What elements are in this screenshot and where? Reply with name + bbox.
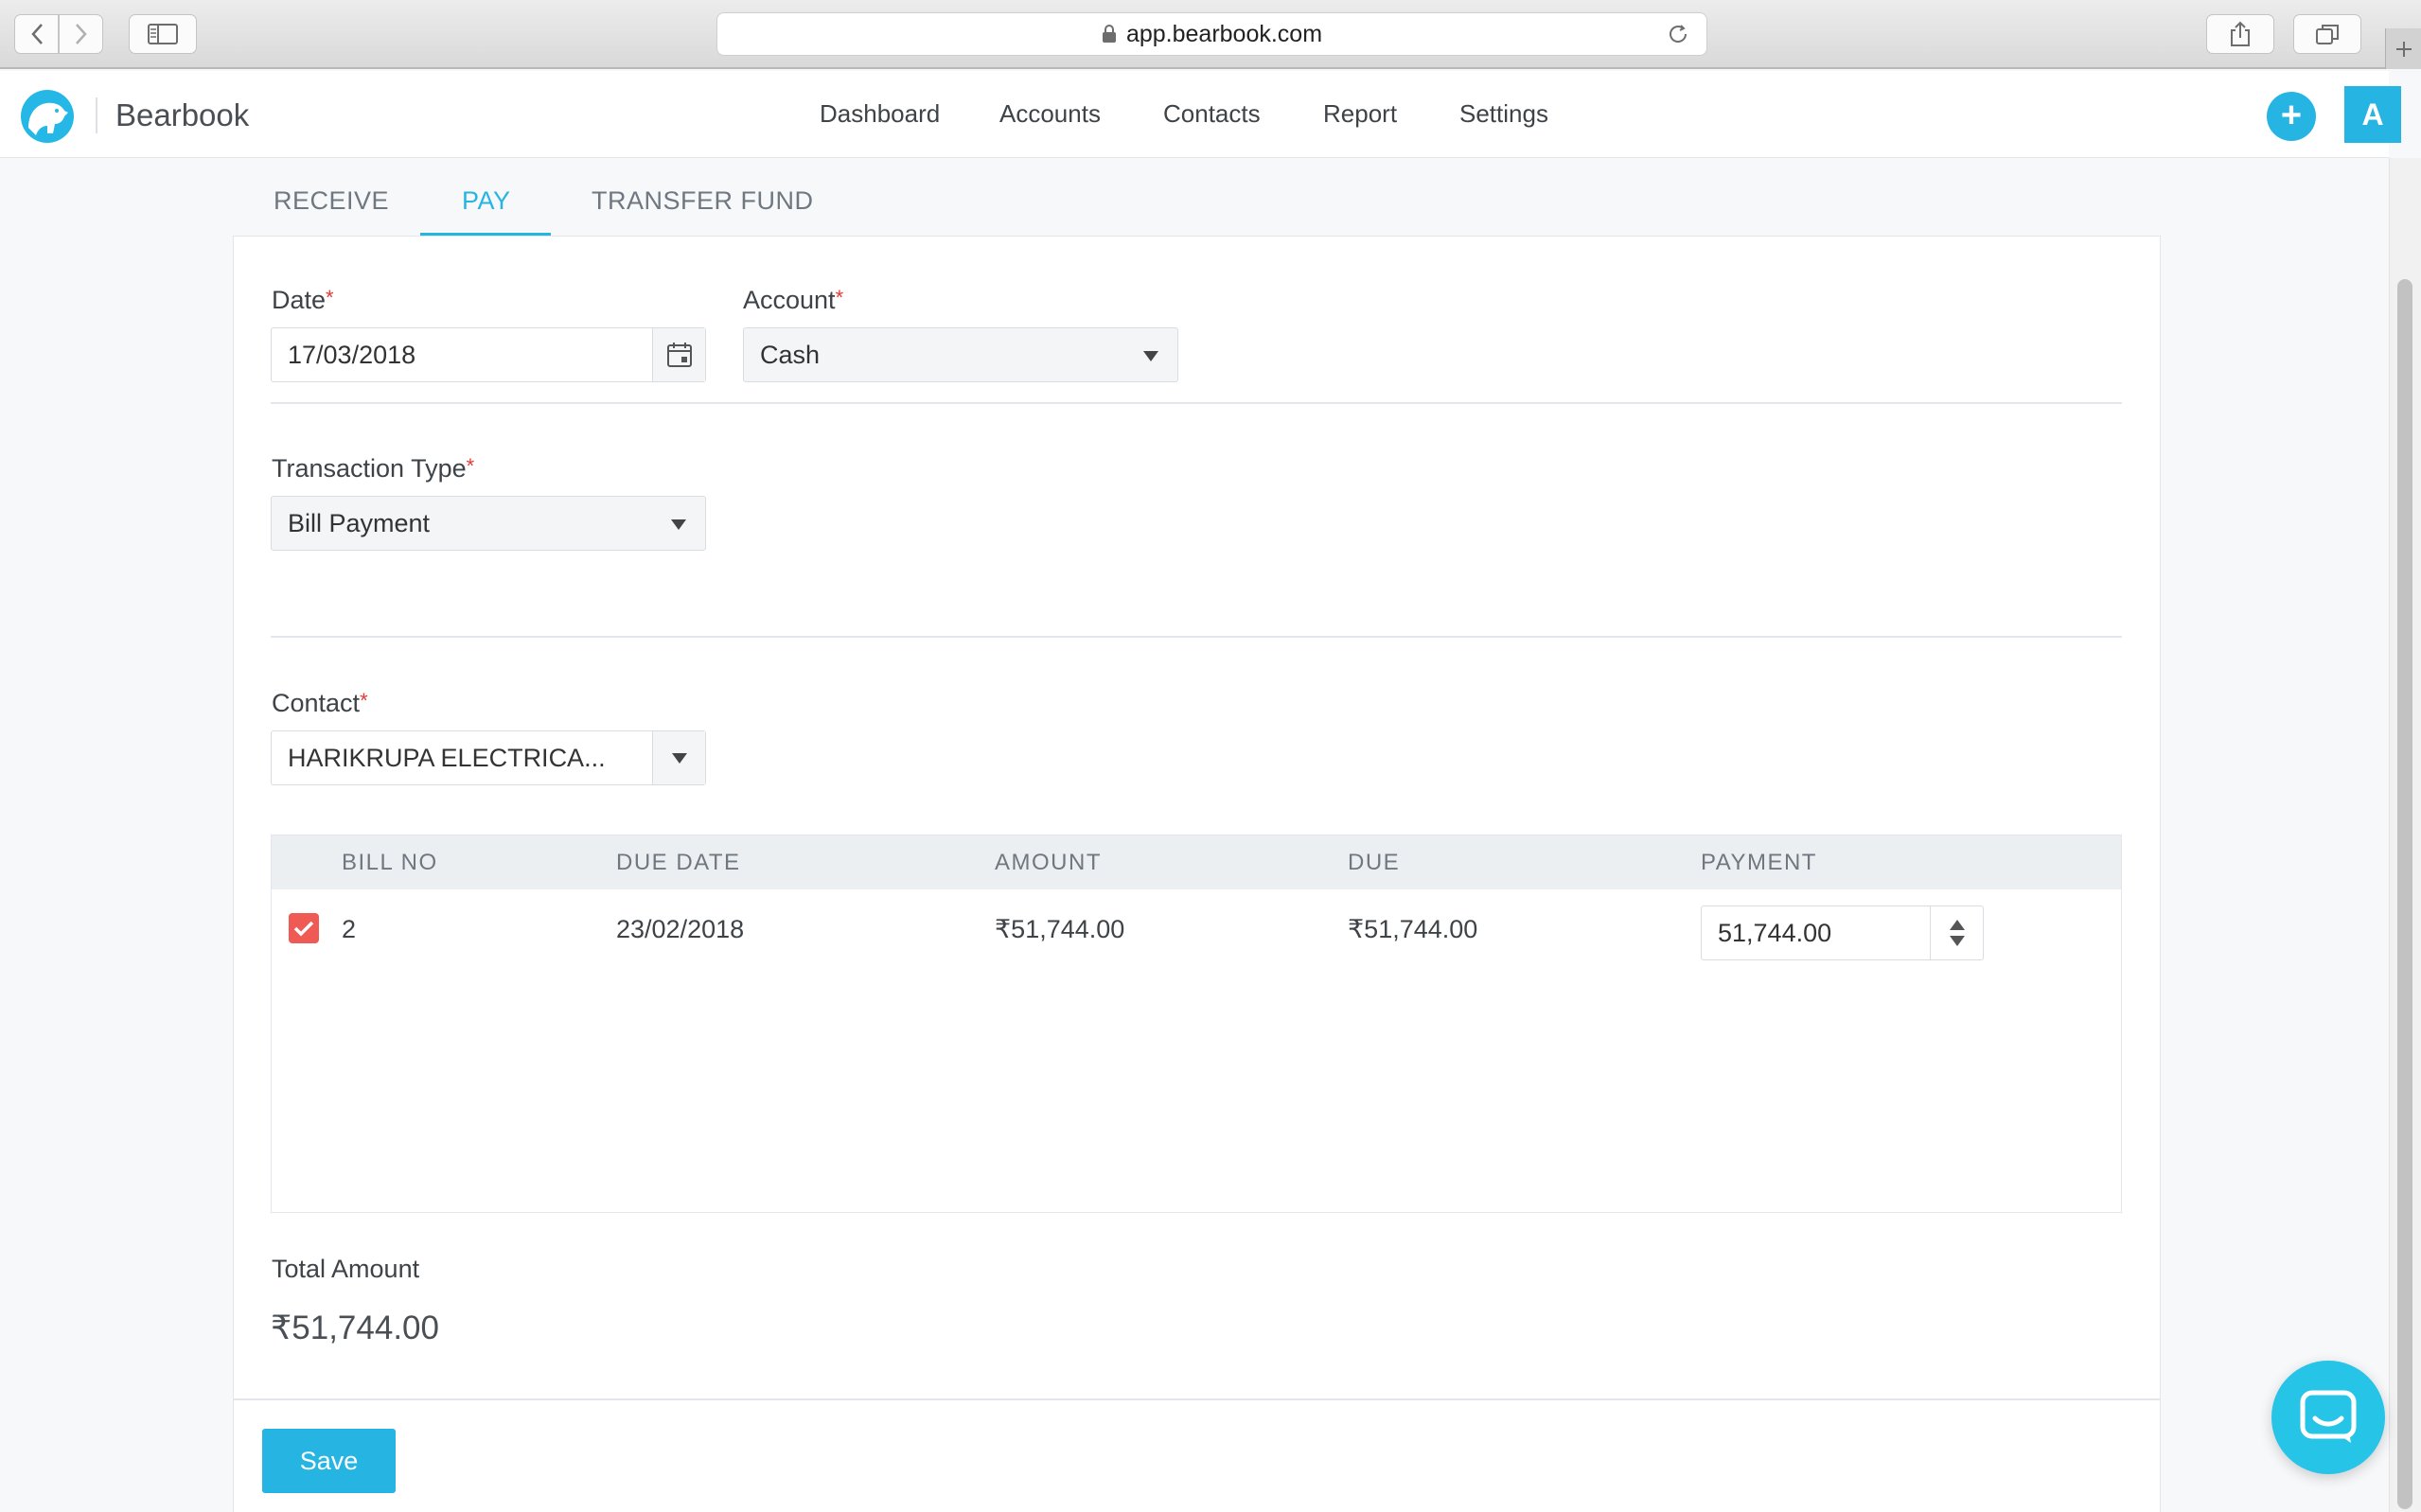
header-bill-no: BILL NO <box>342 850 438 875</box>
share-button[interactable] <box>2206 14 2274 54</box>
section-divider <box>271 636 2122 638</box>
address-bar[interactable]: app.bearbook.com <box>716 12 1707 56</box>
url-text: app.bearbook.com <box>1125 20 1323 47</box>
section-divider <box>271 402 2122 404</box>
transaction-type-value: Bill Payment <box>288 508 431 537</box>
checkmark-icon <box>293 921 314 937</box>
add-new-button[interactable]: + <box>2267 92 2316 141</box>
sidebar-icon <box>148 24 178 44</box>
chat-icon <box>2300 1390 2357 1443</box>
calendar-button[interactable] <box>652 328 705 381</box>
brand-divider <box>96 97 97 133</box>
payment-value: 51,744.00 <box>1718 918 1832 947</box>
app-header: Bearbook Dashboard Accounts Contacts Rep… <box>0 71 2401 158</box>
nav-contacts[interactable]: Contacts <box>1163 99 1261 129</box>
calendar-icon <box>666 343 692 367</box>
total-amount-label: Total Amount <box>272 1255 420 1283</box>
required-mark: * <box>835 286 844 309</box>
chevron-left-icon <box>30 24 43 44</box>
cell-due-date: 23/02/2018 <box>616 915 745 943</box>
date-input[interactable]: 17/03/2018 <box>271 327 706 382</box>
transaction-type-select[interactable]: Bill Payment <box>271 496 706 551</box>
table-header: BILL NO DUE DATE AMOUNT DUE PAYMENT <box>272 835 2121 889</box>
page-scrollbar[interactable] <box>2389 158 2421 1512</box>
plus-icon <box>2395 41 2412 57</box>
tab-pay[interactable]: PAY <box>462 186 511 216</box>
back-button[interactable] <box>14 14 59 54</box>
contact-select[interactable]: HARIKRUPA ELECTRICA... <box>271 730 706 785</box>
transaction-type-label: Transaction Type* <box>272 454 475 483</box>
browser-toolbar: app.bearbook.com <box>0 0 2421 69</box>
required-mark: * <box>326 286 334 309</box>
forward-button[interactable] <box>59 14 103 54</box>
total-amount-value: ₹51,744.00 <box>271 1310 439 1346</box>
share-icon <box>2231 21 2250 46</box>
account-value: Cash <box>760 340 821 369</box>
nav-accounts[interactable]: Accounts <box>999 99 1101 129</box>
lock-icon <box>1102 25 1117 44</box>
header-amount: AMOUNT <box>995 850 1102 875</box>
required-mark: * <box>360 689 368 712</box>
save-button[interactable]: Save <box>262 1429 396 1493</box>
cell-due: ₹51,744.00 <box>1348 915 1478 943</box>
account-select[interactable]: Cash <box>743 327 1178 382</box>
cell-bill-no: 2 <box>342 915 357 943</box>
header-due-date: DUE DATE <box>616 850 741 875</box>
nav-dashboard[interactable]: Dashboard <box>820 99 940 129</box>
nav-report[interactable]: Report <box>1323 99 1397 129</box>
date-value: 17/03/2018 <box>288 340 416 369</box>
tab-transfer-fund[interactable]: TRANSFER FUND <box>592 186 814 216</box>
contact-dropdown-button[interactable] <box>652 731 705 784</box>
contact-value: HARIKRUPA ELECTRICA... <box>288 743 606 772</box>
new-tab-button[interactable] <box>2385 28 2421 69</box>
date-label: Date* <box>272 286 334 314</box>
tab-receive[interactable]: RECEIVE <box>274 186 389 216</box>
required-mark: * <box>466 454 475 478</box>
nav-settings[interactable]: Settings <box>1459 99 1548 129</box>
footer-divider <box>234 1398 2160 1400</box>
scrollbar-thumb[interactable] <box>2397 279 2412 1509</box>
brand-name: Bearbook <box>115 97 250 132</box>
contact-label: Contact* <box>272 689 368 717</box>
caret-down-icon <box>671 519 686 530</box>
bill-checkbox[interactable] <box>289 913 319 943</box>
reload-icon[interactable] <box>1667 23 1689 52</box>
caret-down-icon <box>671 752 687 764</box>
bills-table: BILL NO DUE DATE AMOUNT DUE PAYMENT 2 23… <box>271 835 2122 1213</box>
cell-amount: ₹51,744.00 <box>995 915 1125 943</box>
caret-down-icon <box>1143 351 1158 361</box>
bearbook-logo-icon[interactable] <box>21 90 74 143</box>
arrow-up-icon[interactable] <box>1949 920 1965 930</box>
arrow-down-icon[interactable] <box>1949 936 1965 946</box>
tabs-icon <box>2316 25 2339 44</box>
payment-input[interactable]: 51,744.00 <box>1701 905 1984 960</box>
payment-stepper[interactable] <box>1930 906 1983 959</box>
header-payment: PAYMENT <box>1701 850 1817 875</box>
sidebar-toggle-button[interactable] <box>129 14 197 54</box>
tabs-overview-button[interactable] <box>2293 14 2361 54</box>
chat-launcher-button[interactable] <box>2271 1361 2385 1474</box>
account-label: Account* <box>743 286 844 314</box>
user-avatar[interactable]: A <box>2344 86 2401 143</box>
chevron-right-icon <box>75 24 87 44</box>
header-due: DUE <box>1348 850 1401 875</box>
